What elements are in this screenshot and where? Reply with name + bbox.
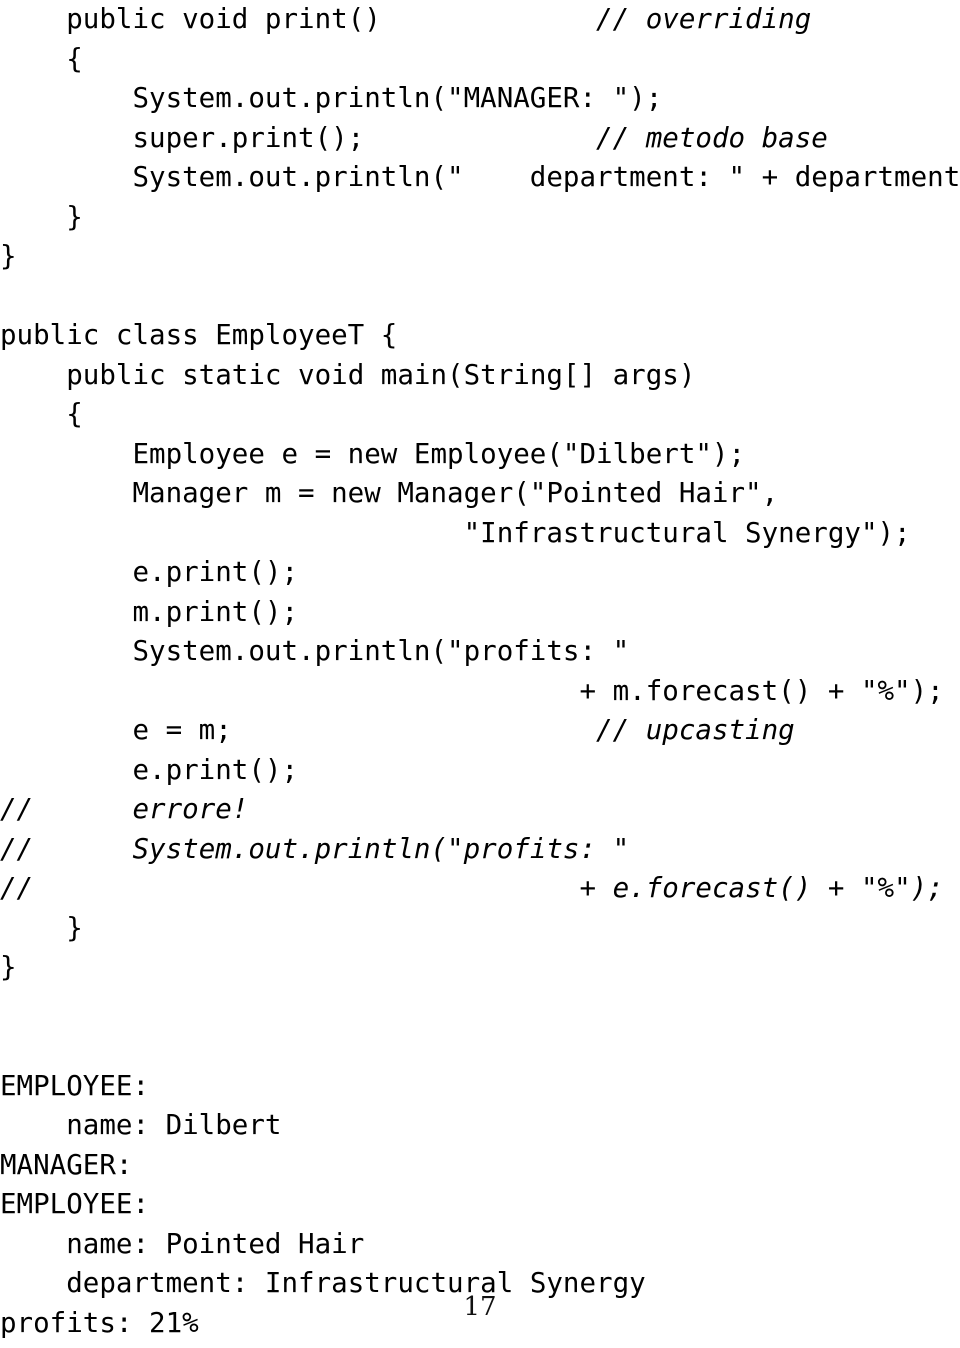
code-text: } — [66, 911, 83, 944]
code-text: System.out.println("MANAGER: "); — [132, 82, 663, 114]
code-line: e = m; // upcasting — [0, 711, 960, 751]
code-line: public void print() // overriding — [0, 0, 960, 40]
output-line: EMPLOYEE: — [0, 1067, 960, 1107]
code-line: } — [0, 198, 960, 238]
code-line: m.print(); — [0, 593, 960, 633]
code-text: e = m; — [132, 714, 232, 746]
code-text: Manager m = new Manager("Pointed Hair", — [132, 477, 779, 509]
code-line: // System.out.println("profits: " — [0, 830, 960, 870]
code-line: public class EmployeeT { — [0, 316, 960, 356]
code-text: } — [0, 240, 17, 272]
code-line: System.out.println("profits: " — [0, 632, 960, 672]
output-text: EMPLOYEE: — [0, 1188, 150, 1220]
code-line: e.print(); — [0, 553, 960, 593]
code-text: "Infrastructural Synergy"); — [463, 516, 911, 549]
comment-marker: // — [0, 872, 34, 904]
code-text: m.print(); — [132, 595, 299, 628]
code-line: System.out.println("MANAGER: "); — [0, 79, 960, 119]
listing-gap — [0, 1027, 960, 1067]
output-text: MANAGER: — [0, 1148, 133, 1181]
output-text: EMPLOYEE: — [0, 1069, 150, 1102]
code-text: } — [66, 200, 83, 233]
code-text: System.out.println(" department: " + dep… — [132, 161, 960, 193]
code-line: + m.forecast() + "%"); — [0, 672, 960, 712]
code-line: } — [0, 948, 960, 988]
code-line: "Infrastructural Synergy"); — [0, 514, 960, 554]
output-line: name: Pointed Hair — [0, 1225, 960, 1265]
code-text: System.out.println("profits: " — [132, 635, 630, 667]
comment-marker: // — [0, 832, 34, 865]
commented-code: + e.forecast() + "%"); — [579, 872, 944, 904]
inline-comment: // overriding — [596, 3, 812, 35]
listing-gap — [0, 988, 960, 1028]
output-line: EMPLOYEE: — [0, 1185, 960, 1225]
code-text: e.print(); — [132, 556, 299, 588]
code-line: { — [0, 395, 960, 435]
code-line: } — [0, 909, 960, 949]
code-text: public static void main(String[] args) — [66, 358, 696, 391]
commented-code: errore! — [132, 793, 249, 825]
code-listing: public void print() // overriding { Syst… — [0, 0, 960, 1343]
output-line: name: Dilbert — [0, 1106, 960, 1146]
code-text: { — [66, 42, 83, 75]
code-text: { — [66, 398, 83, 430]
inline-comment: // upcasting — [596, 714, 795, 746]
code-text: public void print() — [66, 3, 381, 35]
code-line: // errore! — [0, 790, 960, 830]
code-line: Employee e = new Employee("Dilbert"); — [0, 435, 960, 475]
code-text: + m.forecast() + "%"); — [579, 674, 944, 707]
code-line: super.print(); // metodo base — [0, 119, 960, 159]
page-number: 17 — [463, 1292, 497, 1322]
code-text: e.print(); — [132, 753, 299, 786]
output-text: name: Pointed Hair — [66, 1227, 365, 1260]
code-line: } — [0, 237, 960, 277]
code-line: // + e.forecast() + "%"); — [0, 869, 960, 909]
code-text: public class EmployeeT { — [0, 319, 398, 351]
inline-comment: // metodo base — [596, 121, 828, 154]
code-line: System.out.println(" department: " + dep… — [0, 158, 960, 198]
output-line: MANAGER: — [0, 1146, 960, 1186]
output-text: name: Dilbert — [66, 1109, 282, 1141]
commented-code: System.out.println("profits: " — [132, 832, 630, 865]
comment-marker: // — [0, 793, 34, 825]
document-page: public void print() // overriding { Syst… — [0, 0, 960, 1348]
code-text: } — [0, 951, 17, 983]
code-line: { — [0, 40, 960, 80]
code-line: e.print(); — [0, 751, 960, 791]
code-text: Employee e = new Employee("Dilbert"); — [132, 437, 746, 470]
code-line: public static void main(String[] args) — [0, 356, 960, 396]
code-line: Manager m = new Manager("Pointed Hair", — [0, 474, 960, 514]
code-text: super.print(); — [132, 121, 365, 154]
